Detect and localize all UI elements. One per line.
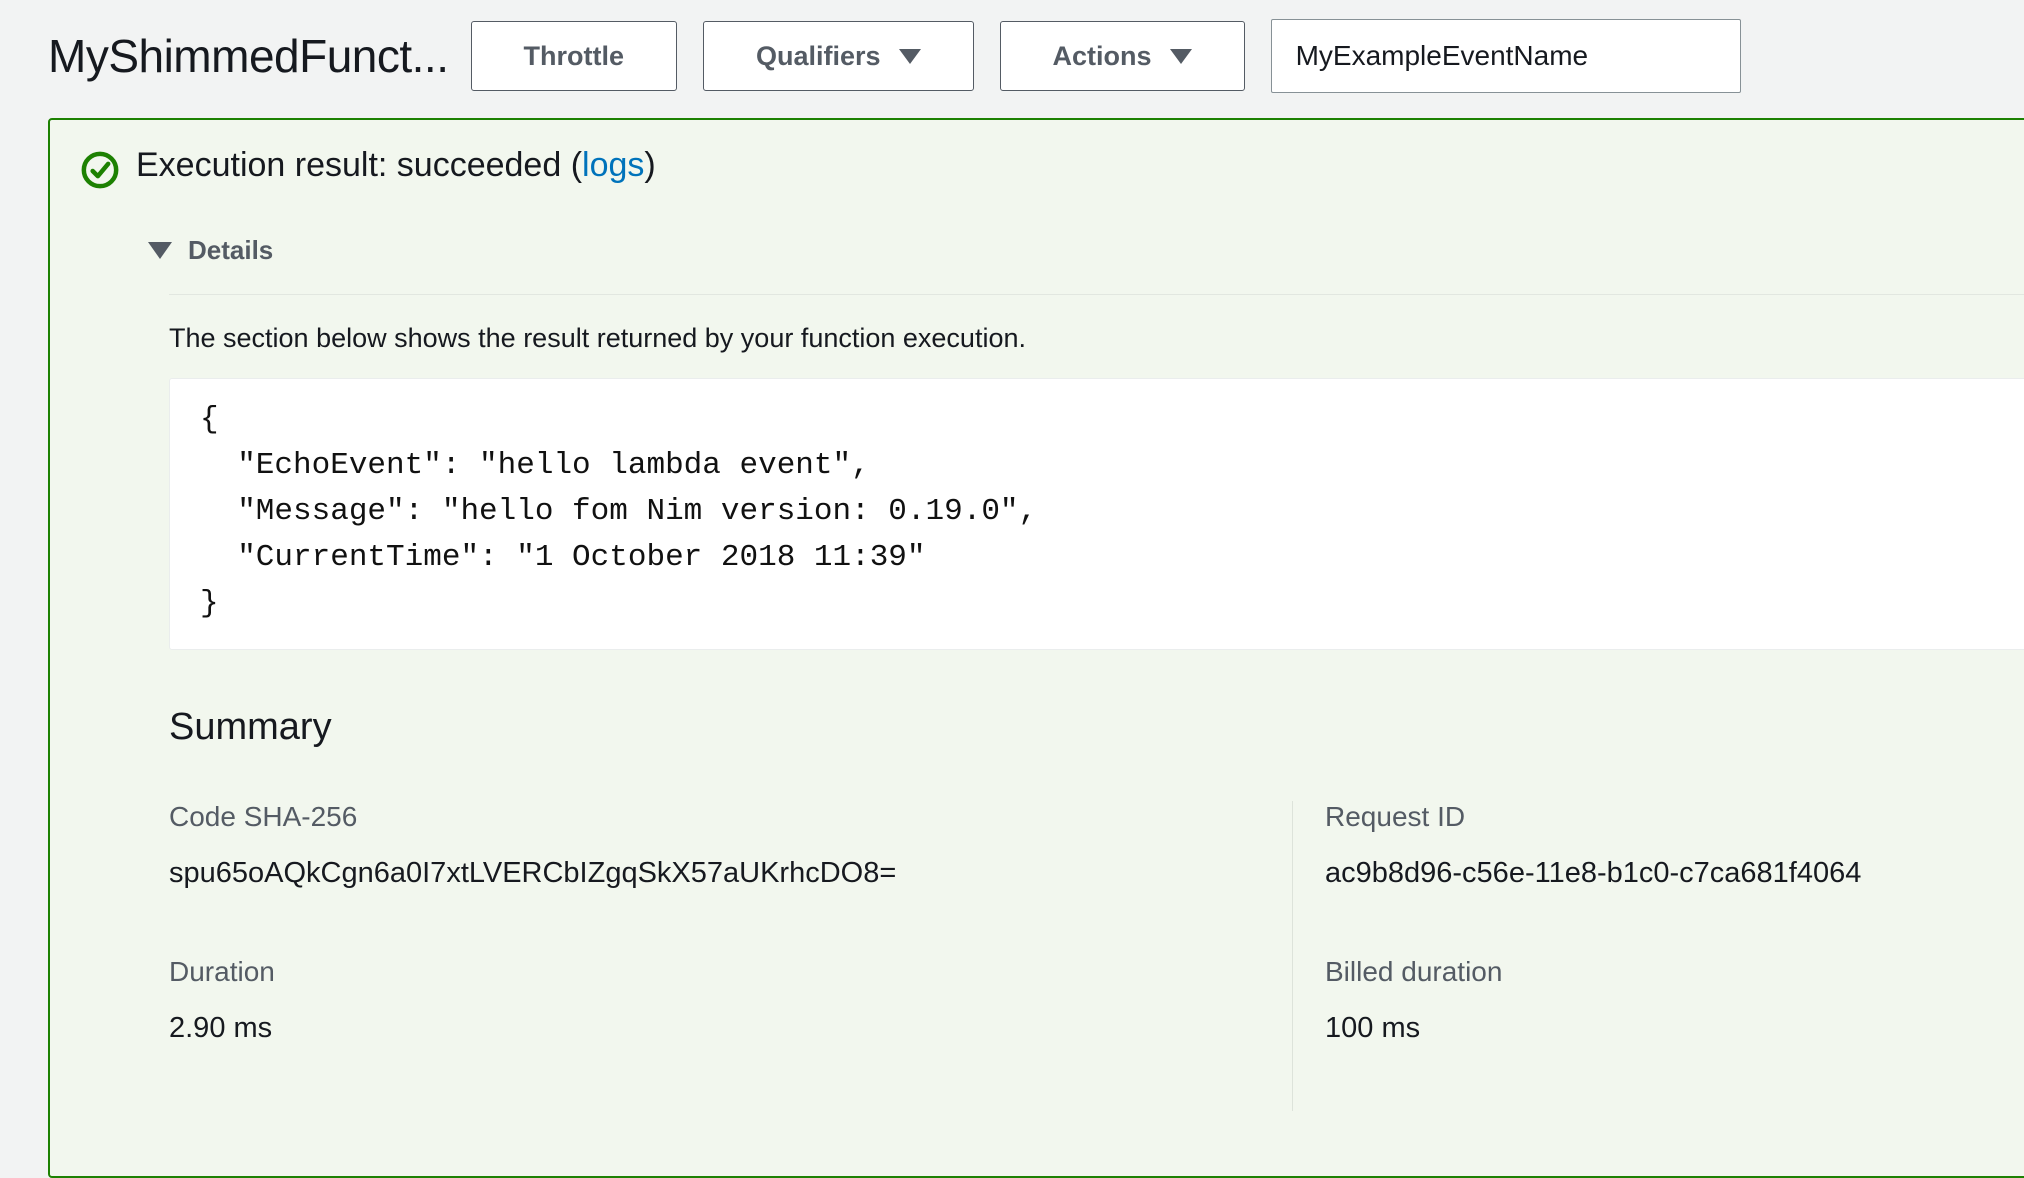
summary-field-value: 100 ms: [1325, 1012, 2024, 1045]
summary-field-label: Request ID: [1325, 801, 2024, 833]
caret-down-icon: [899, 49, 921, 64]
details-divider: [169, 294, 2024, 295]
function-result-json: { "EchoEvent": "hello lambda event", "Me…: [200, 397, 2024, 627]
test-event-select-value: MyExampleEventName: [1296, 40, 1589, 72]
summary-column-left: Code SHA-256 spu65oAQkCgn6a0I7xtLVERCbIZ…: [169, 801, 1292, 1111]
details-toggle-label: Details: [188, 235, 273, 266]
summary-field-value: spu65oAQkCgn6a0I7xtLVERCbIZgqSkX57aUKrhc…: [169, 857, 1292, 890]
qualifiers-button-label: Qualifiers: [756, 41, 881, 72]
logs-link[interactable]: logs: [582, 146, 644, 184]
header-actions: Throttle Qualifiers Actions MyExampleEve…: [471, 19, 1741, 93]
summary-field-label: Code SHA-256: [169, 801, 1292, 833]
summary-heading: Summary: [169, 706, 2024, 749]
execution-result-suffix: ): [644, 146, 655, 184]
summary-grid: Code SHA-256 spu65oAQkCgn6a0I7xtLVERCbIZ…: [169, 801, 2024, 1111]
summary-field-label: Billed duration: [1325, 956, 2024, 988]
details-toggle[interactable]: Details: [148, 235, 2024, 266]
qualifiers-button[interactable]: Qualifiers: [703, 21, 974, 91]
summary-field-code-sha256: Code SHA-256 spu65oAQkCgn6a0I7xtLVERCbIZ…: [169, 801, 1292, 890]
summary-field-duration: Duration 2.90 ms: [169, 956, 1292, 1045]
success-check-circle-icon: [80, 150, 120, 195]
function-result-code-box: { "EchoEvent": "hello lambda event", "Me…: [169, 378, 2024, 650]
result-description: The section below shows the result retur…: [169, 323, 2024, 354]
function-header: MyShimmedFunct... Throttle Qualifiers Ac…: [0, 0, 2024, 112]
summary-field-request-id: Request ID ac9b8d96-c56e-11e8-b1c0-c7ca6…: [1325, 801, 2024, 890]
test-event-select[interactable]: MyExampleEventName: [1271, 19, 1741, 93]
throttle-button[interactable]: Throttle: [471, 21, 678, 91]
execution-status-row: Execution result: succeeded (logs): [50, 120, 2024, 195]
function-name-title: MyShimmedFunct...: [48, 29, 449, 83]
execution-result-prefix: Execution result: succeeded (: [136, 146, 582, 184]
summary-field-label: Duration: [169, 956, 1292, 988]
summary-field-value: ac9b8d96-c56e-11e8-b1c0-c7ca681f4064: [1325, 857, 2024, 890]
caret-down-icon: [1170, 49, 1192, 64]
actions-button[interactable]: Actions: [1000, 21, 1245, 91]
throttle-button-label: Throttle: [524, 41, 625, 72]
summary-column-right: Request ID ac9b8d96-c56e-11e8-b1c0-c7ca6…: [1292, 801, 2024, 1111]
actions-button-label: Actions: [1053, 41, 1152, 72]
summary-field-billed-duration: Billed duration 100 ms: [1325, 956, 2024, 1045]
execution-result-panel: Execution result: succeeded (logs) Detai…: [48, 118, 2024, 1178]
summary-field-value: 2.90 ms: [169, 1012, 1292, 1045]
execution-result-text: Execution result: succeeded (logs): [136, 146, 656, 185]
triangle-down-icon: [148, 242, 172, 259]
